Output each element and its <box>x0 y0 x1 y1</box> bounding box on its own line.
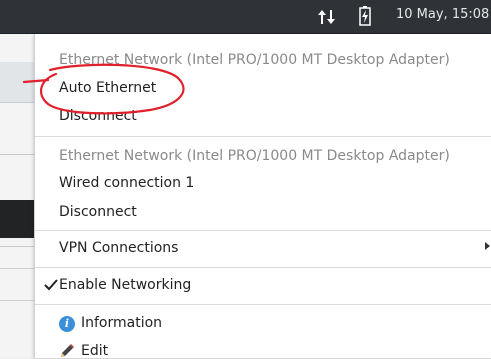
background-toolbar <box>0 62 34 103</box>
clock[interactable]: 10 May, 15:08 <box>396 7 489 22</box>
vpn-connections-menu-item[interactable]: VPN Connections <box>59 240 178 256</box>
submenu-arrow-icon <box>485 242 490 250</box>
background-divider <box>0 268 34 269</box>
information-menu-item[interactable]: Information <box>81 315 162 331</box>
background-divider <box>0 300 34 301</box>
background-divider <box>0 154 34 155</box>
check-icon <box>44 279 58 291</box>
menu-separator <box>35 267 491 268</box>
pencil-edit-icon <box>61 344 74 357</box>
background-dark-bar <box>0 200 34 238</box>
menu-separator <box>35 304 491 305</box>
auto-ethernet-connection[interactable]: Auto Ethernet <box>59 80 156 96</box>
background-divider <box>0 246 34 247</box>
menu-separator <box>35 230 491 231</box>
ethernet-network-header-1: Ethernet Network (Intel PRO/1000 MT Desk… <box>59 52 450 68</box>
edit-connections-menu-item[interactable]: Edit <box>81 343 108 359</box>
disconnect-button-2[interactable]: Disconnect <box>59 204 137 220</box>
ethernet-network-header-2: Ethernet Network (Intel PRO/1000 MT Desk… <box>59 148 450 164</box>
network-transfer-icon[interactable] <box>317 9 337 25</box>
wired-connection-1[interactable]: Wired connection 1 <box>59 175 194 191</box>
top-panel: 10 May, 15:08 <box>0 0 491 34</box>
network-menu: Ethernet Network (Intel PRO/1000 MT Desk… <box>34 34 491 359</box>
menu-separator <box>35 136 491 137</box>
battery-charging-icon[interactable] <box>359 6 371 26</box>
enable-networking-toggle[interactable]: Enable Networking <box>59 277 191 293</box>
disconnect-button-1[interactable]: Disconnect <box>59 108 137 124</box>
information-icon: i <box>59 316 75 332</box>
